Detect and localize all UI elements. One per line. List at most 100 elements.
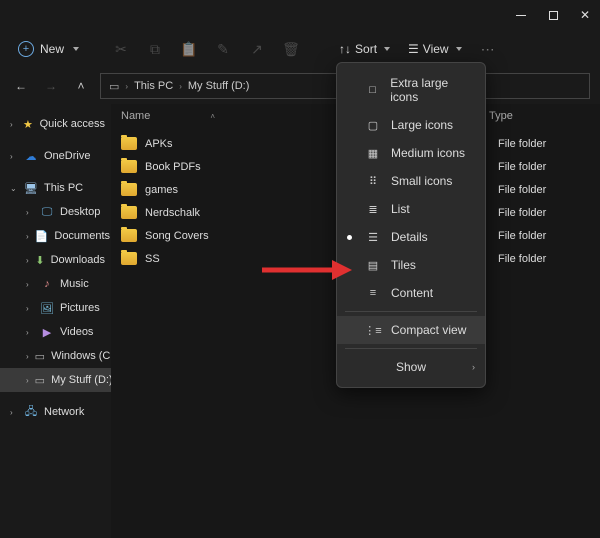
tiles-icon: ▤ <box>365 259 381 272</box>
menu-item-large-icons[interactable]: ▢ Large icons <box>337 111 485 139</box>
breadcrumb-seg-mystuff[interactable]: My Stuff (D:) <box>188 80 250 92</box>
sidebar-item-drive-d[interactable]: › ▭ My Stuff (D:) <box>0 368 111 392</box>
minimize-icon <box>516 15 526 16</box>
sidebar-label: Documents <box>54 230 110 242</box>
menu-label: Content <box>391 286 433 300</box>
selected-indicator-icon <box>347 235 352 240</box>
rename-icon: ✎ <box>217 41 229 58</box>
navbar: ← → ˄ ▭ › This PC › My Stuff (D:) My Stu… <box>0 68 600 104</box>
up-button[interactable]: ˄ <box>70 75 92 97</box>
breadcrumb[interactable]: ▭ › This PC › My Stuff (D:) <box>100 73 354 99</box>
menu-item-content[interactable]: ≡ Content <box>337 279 485 307</box>
new-button[interactable]: + New <box>10 37 87 61</box>
sidebar-item-network[interactable]: › 🖧 Network <box>0 400 111 424</box>
menu-separator <box>345 348 477 349</box>
folder-icon <box>121 206 137 219</box>
column-header-type[interactable]: Type <box>481 110 581 122</box>
menu-label: Tiles <box>391 258 416 272</box>
desktop-icon: 🖵 <box>40 205 54 219</box>
sort-button[interactable]: ↑↓ Sort <box>333 38 396 60</box>
file-type: File folder <box>490 207 590 219</box>
menu-item-tiles[interactable]: ▤ Tiles <box>337 251 485 279</box>
sidebar-item-pictures[interactable]: › 🖼 Pictures <box>0 296 111 320</box>
drive-icon: ▭ <box>35 373 45 387</box>
menu-label: Extra large icons <box>390 76 475 104</box>
chevron-right-icon: › <box>472 362 475 372</box>
new-label: New <box>40 42 64 56</box>
sidebar-label: Desktop <box>60 206 100 218</box>
view-label: View <box>423 42 449 56</box>
chevron-right-icon: › <box>26 328 34 337</box>
sidebar-label: This PC <box>44 182 83 194</box>
delete-icon: 🗑 <box>282 41 300 58</box>
sidebar-label: Videos <box>60 326 93 338</box>
downloads-icon: ⬇ <box>35 253 44 267</box>
chevron-down-icon: ⌄ <box>10 184 18 193</box>
breadcrumb-seg-thispc[interactable]: This PC <box>134 80 173 92</box>
sidebar-item-drive-c[interactable]: › ▭ Windows (C:) <box>0 344 111 368</box>
more-icon: ⋯ <box>481 41 495 58</box>
sidebar-item-documents[interactable]: › 📄 Documents <box>0 224 111 248</box>
sidebar-item-quick-access[interactable]: › ★ Quick access <box>0 112 111 136</box>
chevron-right-icon: › <box>179 82 182 91</box>
file-name: games <box>145 184 330 196</box>
column-header-name[interactable]: Name ˄ <box>121 110 321 122</box>
back-button[interactable]: ← <box>10 75 32 97</box>
close-button[interactable]: ✕ <box>578 8 592 22</box>
menu-item-medium-icons[interactable]: ▦ Medium icons <box>337 139 485 167</box>
sidebar-label: Music <box>60 278 89 290</box>
main-area: › ★ Quick access › ☁ OneDrive ⌄ 🖥 This P… <box>0 104 600 538</box>
rename-button[interactable]: ✎ <box>209 35 237 63</box>
sidebar-item-videos[interactable]: › ▶ Videos <box>0 320 111 344</box>
view-button[interactable]: ☰ View <box>402 38 468 60</box>
file-type: File folder <box>490 184 590 196</box>
compact-view-icon: ⋮≡ <box>365 324 381 337</box>
sidebar-label: Downloads <box>51 254 105 266</box>
sidebar-item-music[interactable]: › ♪ Music <box>0 272 111 296</box>
sidebar: › ★ Quick access › ☁ OneDrive ⌄ 🖥 This P… <box>0 104 111 538</box>
menu-item-compact-view[interactable]: ⋮≡ Compact view <box>337 316 485 344</box>
sidebar-item-onedrive[interactable]: › ☁ OneDrive <box>0 144 111 168</box>
list-icon: ≣ <box>365 203 381 216</box>
chevron-right-icon: › <box>10 408 18 417</box>
file-name: APKs <box>145 138 330 150</box>
share-button[interactable]: ↗ <box>243 35 271 63</box>
menu-item-show[interactable]: Show › <box>337 353 485 381</box>
titlebar: ✕ <box>0 0 600 30</box>
sidebar-item-desktop[interactable]: › 🖵 Desktop <box>0 200 111 224</box>
menu-item-details[interactable]: ☰ Details <box>337 223 485 251</box>
minimize-button[interactable] <box>514 8 528 22</box>
videos-icon: ▶ <box>40 325 54 339</box>
file-type: File folder <box>490 253 590 265</box>
view-dropdown-menu: □ Extra large icons ▢ Large icons ▦ Medi… <box>336 62 486 388</box>
sidebar-item-thispc[interactable]: ⌄ 🖥 This PC <box>0 176 111 200</box>
menu-label: Show <box>396 360 426 374</box>
menu-item-extra-large-icons[interactable]: □ Extra large icons <box>337 69 485 111</box>
sidebar-item-downloads[interactable]: › ⬇ Downloads <box>0 248 111 272</box>
more-button[interactable]: ⋯ <box>474 35 502 63</box>
menu-label: Details <box>391 230 428 244</box>
menu-item-small-icons[interactable]: ⠿ Small icons <box>337 167 485 195</box>
forward-button[interactable]: → <box>40 75 62 97</box>
maximize-button[interactable] <box>546 8 560 22</box>
file-type: File folder <box>490 161 590 173</box>
folder-icon <box>121 183 137 196</box>
star-icon: ★ <box>22 117 33 131</box>
chevron-right-icon: › <box>10 120 16 129</box>
drive-icon: ▭ <box>35 349 45 363</box>
chevron-right-icon: › <box>26 304 34 313</box>
network-icon: 🖧 <box>24 405 38 419</box>
cut-button[interactable]: ✂ <box>107 35 135 63</box>
share-icon: ↗ <box>251 41 263 58</box>
documents-icon: 📄 <box>35 229 49 243</box>
sidebar-label: OneDrive <box>44 150 90 162</box>
menu-item-list[interactable]: ≣ List <box>337 195 485 223</box>
folder-icon <box>121 137 137 150</box>
music-icon: ♪ <box>40 277 54 291</box>
toolbar: + New ✂ ⧉ 📋 ✎ ↗ 🗑 ↑↓ Sort ☰ View ⋯ <box>0 30 600 68</box>
folder-icon <box>121 229 137 242</box>
paste-button[interactable]: 📋 <box>175 35 203 63</box>
delete-button[interactable]: 🗑 <box>277 35 305 63</box>
sort-ascending-icon: ˄ <box>210 112 215 121</box>
copy-button[interactable]: ⧉ <box>141 35 169 63</box>
